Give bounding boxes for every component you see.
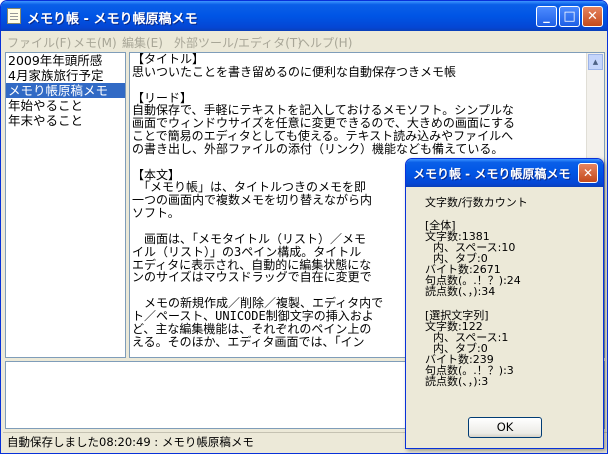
memo-title-list[interactable]: 2009年年頭所感 4月家族旅行予定 メモり帳原稿メモ 年始やること 年末やるこ… bbox=[5, 52, 126, 358]
memo-list-item-selected[interactable]: メモり帳原稿メモ bbox=[6, 83, 125, 98]
dialog-close-button[interactable]: ✕ bbox=[578, 163, 598, 183]
dialog-heading: 文字数/行数カウント bbox=[425, 196, 528, 209]
menu-memo[interactable]: メモ(M) bbox=[73, 34, 117, 51]
scroll-up-arrow-icon[interactable]: ▲ bbox=[588, 54, 603, 70]
dialog-title: メモり帳 - メモり帳原稿メモ bbox=[413, 167, 571, 181]
all-comma-count: 読点数(、，):34 bbox=[425, 285, 496, 298]
selection-comma-count: 読点数(、，):3 bbox=[425, 375, 489, 388]
memo-list-item[interactable]: 年末やること bbox=[6, 113, 125, 128]
close-button[interactable]: ✕ bbox=[582, 6, 603, 27]
dialog-body: 文字数/行数カウント [全体] 文字数:1381 内、スペース:10 内、タブ:… bbox=[406, 187, 603, 448]
menu-external-tools[interactable]: 外部ツール/エディタ(T) bbox=[174, 34, 302, 51]
window-title: メモり帳 - メモり帳原稿メモ bbox=[27, 12, 198, 27]
title-bar[interactable]: メモり帳 - メモり帳原稿メモ _ □ ✕ bbox=[1, 1, 607, 31]
memo-list-item[interactable]: 4月家族旅行予定 bbox=[6, 68, 125, 83]
minimize-button[interactable]: _ bbox=[536, 6, 557, 27]
menu-help[interactable]: ヘルプ(H) bbox=[298, 34, 352, 51]
ok-button[interactable]: OK bbox=[468, 417, 542, 438]
menu-bar: ファイル(F) メモ(M) 編集(E) 外部ツール/エディタ(T) ヘルプ(H) bbox=[1, 31, 607, 50]
maximize-button[interactable]: □ bbox=[559, 6, 580, 27]
char-count-dialog: メモり帳 - メモり帳原稿メモ ✕ 文字数/行数カウント [全体] 文字数:13… bbox=[405, 158, 604, 449]
memo-list-item[interactable]: 2009年年頭所感 bbox=[6, 53, 125, 68]
menu-edit[interactable]: 編集(E) bbox=[122, 34, 163, 51]
menu-file[interactable]: ファイル(F) bbox=[7, 34, 71, 51]
memo-list-item[interactable]: 年始やること bbox=[6, 98, 125, 113]
dialog-title-bar[interactable]: メモり帳 - メモり帳原稿メモ ✕ bbox=[406, 159, 603, 187]
main-window: メモり帳 - メモり帳原稿メモ _ □ ✕ ファイル(F) メモ(M) 編集(E… bbox=[0, 0, 608, 454]
notepad-icon bbox=[7, 8, 21, 24]
